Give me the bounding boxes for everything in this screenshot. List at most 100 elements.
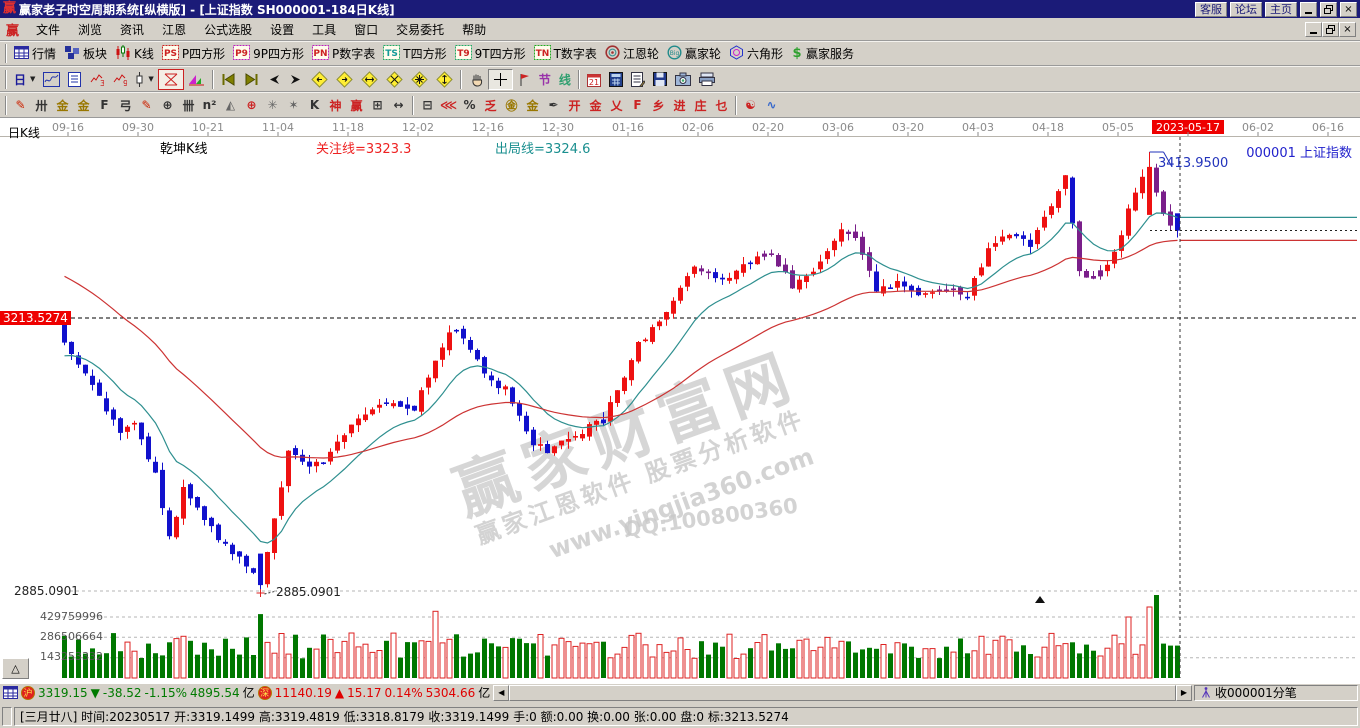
toolbar-P数字表[interactable]: PNP数字表: [308, 43, 379, 64]
menu-交易委托[interactable]: 交易委托: [387, 19, 453, 40]
chip-line-tool[interactable]: 线: [555, 69, 575, 90]
banker-tool[interactable]: 庄: [690, 95, 711, 116]
ink-tool[interactable]: ✒: [543, 95, 564, 116]
level-tool[interactable]: ⊟: [417, 95, 438, 116]
menu-文件[interactable]: 文件: [27, 19, 69, 40]
diamond-right-icon[interactable]: [332, 69, 357, 90]
toolbar-江恩轮[interactable]: 江恩轮: [601, 43, 663, 64]
measure-tool[interactable]: ↔: [388, 95, 409, 116]
angle-tool[interactable]: ◭: [220, 95, 241, 116]
color-chart-icon[interactable]: [184, 69, 209, 90]
entry-tool[interactable]: 进: [669, 95, 690, 116]
gold-line-tool[interactable]: 金: [522, 95, 543, 116]
fibonacci-tool[interactable]: F: [94, 95, 115, 116]
taichi-tool[interactable]: ☯: [740, 95, 761, 116]
toolbar-赢家服务[interactable]: $赢家服务: [787, 43, 858, 64]
diamond-shrink-icon[interactable]: [382, 69, 407, 90]
ying-tool[interactable]: 赢: [346, 95, 367, 116]
menu-帮助[interactable]: 帮助: [453, 19, 495, 40]
red-f-tool[interactable]: F: [627, 95, 648, 116]
square-number-tool[interactable]: n²: [199, 95, 220, 116]
calculator-tool[interactable]: [605, 69, 627, 90]
flag-tool[interactable]: [513, 69, 535, 90]
customer-service-button[interactable]: 客服: [1195, 2, 1227, 17]
single-candle-dropdown[interactable]: ▼: [131, 69, 157, 90]
toolbar-9T四方形[interactable]: T99T四方形: [451, 43, 530, 64]
scrollbar-thumb[interactable]: [509, 685, 1176, 701]
minimize-button[interactable]: [1300, 2, 1317, 17]
forum-button[interactable]: 论坛: [1230, 2, 1262, 17]
homepage-button[interactable]: 主页: [1265, 2, 1297, 17]
toolbar-T数字表[interactable]: TNT数字表: [530, 43, 601, 64]
toolbar-六角形[interactable]: 六角形: [725, 43, 787, 64]
spiral-tool[interactable]: 弓: [115, 95, 136, 116]
save-tool[interactable]: [649, 69, 671, 90]
first-page-button[interactable]: [217, 69, 240, 90]
capture-tool[interactable]: [671, 69, 695, 90]
festival-tool[interactable]: 节: [535, 69, 555, 90]
time-ruler-tool[interactable]: 卌: [178, 95, 199, 116]
toolbar-P四方形[interactable]: PSP四方形: [158, 43, 229, 64]
hand-tool[interactable]: [465, 69, 488, 90]
toolbar-K线[interactable]: K线: [111, 43, 158, 64]
gann-circle-tool[interactable]: ⊕: [157, 95, 178, 116]
quote-table-icon[interactable]: [3, 686, 18, 699]
menu-资讯[interactable]: 资讯: [111, 19, 153, 40]
wave-tool[interactable]: ∿: [761, 95, 782, 116]
mini-chart-3-icon[interactable]: 3: [85, 69, 108, 90]
wave-rule-tool[interactable]: 乡: [648, 95, 669, 116]
crosshair-tool[interactable]: [488, 69, 513, 90]
red-gold-tool[interactable]: 金: [585, 95, 606, 116]
scroll-right-button[interactable]: ▶: [1176, 685, 1192, 701]
diamond-left-icon[interactable]: [307, 69, 332, 90]
gann-grid-tool[interactable]: 卅: [31, 95, 52, 116]
horizontal-scrollbar[interactable]: ◀ ▶: [493, 685, 1192, 701]
prev-button[interactable]: [263, 69, 285, 90]
kline-mark-tool[interactable]: K: [304, 95, 325, 116]
scroll-left-button[interactable]: ◀: [493, 685, 509, 701]
gold-circle-tool[interactable]: ㊎: [501, 95, 522, 116]
open-line-tool[interactable]: 开: [564, 95, 585, 116]
grid-123-tool[interactable]: ⊞: [367, 95, 388, 116]
trend-pen-tool[interactable]: ✎: [136, 95, 157, 116]
percent-rays-tool[interactable]: ⋘: [438, 95, 459, 116]
mdi-restore-button[interactable]: [1322, 22, 1339, 37]
period-day-dropdown[interactable]: 日▼: [10, 69, 39, 90]
toolbar-行情[interactable]: 行情: [10, 43, 60, 64]
panorama-icon[interactable]: [39, 69, 64, 90]
diamond-expand-h-icon[interactable]: [357, 69, 382, 90]
last-page-button[interactable]: [240, 69, 263, 90]
gold-ratio-tool-2[interactable]: 金: [73, 95, 94, 116]
menu-公式选股[interactable]: 公式选股: [195, 19, 261, 40]
tick-panel-button[interactable]: 收000001分笔: [1194, 685, 1358, 701]
toolbar-板块[interactable]: 板块: [60, 43, 111, 64]
mdi-close-button[interactable]: ×: [1339, 22, 1356, 37]
notes-tool[interactable]: [627, 69, 649, 90]
gann-web-tool[interactable]: ✶: [283, 95, 304, 116]
gann-fan-star-tool[interactable]: ✳: [262, 95, 283, 116]
gold-ratio-tool-1[interactable]: 金: [52, 95, 73, 116]
restore-button[interactable]: [1320, 2, 1337, 17]
mini-chart-9-icon[interactable]: 9: [108, 69, 131, 90]
cross-line-tool[interactable]: 乂: [606, 95, 627, 116]
menu-浏览[interactable]: 浏览: [69, 19, 111, 40]
toolbar-T四方形[interactable]: TST四方形: [379, 43, 450, 64]
shen-tool[interactable]: 神: [325, 95, 346, 116]
toolbar-9P四方形[interactable]: P99P四方形: [229, 43, 308, 64]
exit-rule-tool[interactable]: 乜: [711, 95, 732, 116]
menu-江恩[interactable]: 江恩: [153, 19, 195, 40]
next-button[interactable]: [285, 69, 307, 90]
candlestick-canvas[interactable]: 09-1609-3010-2111-0411-1812-0212-1612-30…: [0, 118, 1360, 683]
diamond-all-icon[interactable]: [407, 69, 432, 90]
calendar-tool[interactable]: 21: [583, 69, 605, 90]
info-doc-icon[interactable]: [64, 69, 85, 90]
percent-tool[interactable]: %: [459, 95, 480, 116]
print-tool[interactable]: [695, 69, 719, 90]
qiankun-kline-toggle[interactable]: [158, 69, 184, 90]
target-circle-tool[interactable]: ⊕: [241, 95, 262, 116]
percent-line-tool[interactable]: 乏: [480, 95, 501, 116]
kline-chart-area[interactable]: 赢家财富网 赢家江恩软件 股票分析软件 www.yingjia360.com Q…: [0, 118, 1360, 683]
menu-设置[interactable]: 设置: [261, 19, 303, 40]
menu-窗口[interactable]: 窗口: [345, 19, 387, 40]
draw-pen-tool[interactable]: ✎: [10, 95, 31, 116]
